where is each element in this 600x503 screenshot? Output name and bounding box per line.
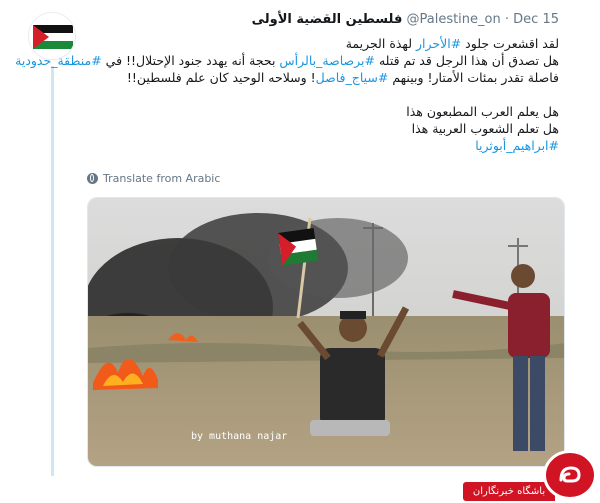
- text-segment: ! وسلاحه الوحيد كان علم فلسطين!!: [126, 70, 316, 85]
- account-name[interactable]: فلسطين القضية الأولى: [252, 12, 403, 27]
- watermark-label: باشگاه خبرنگاران: [463, 482, 555, 501]
- translate-label: Translate from Arabic: [103, 172, 221, 185]
- tweet-photo[interactable]: by muthana najar: [87, 197, 565, 467]
- hashtag-link[interactable]: #الأحرار: [416, 36, 461, 51]
- text-segment: هل تصدق أن هذا الرجل قد تم قتله: [375, 53, 559, 68]
- watermark-glyph: [559, 466, 581, 483]
- hashtag-link[interactable]: #ابراهيم_أبوثريا: [79, 137, 559, 154]
- hashtag-link[interactable]: #سياج_فاصل: [316, 70, 389, 85]
- tweet-header: فلسطين القضية الأولى @Palestine_on · Dec…: [252, 12, 559, 27]
- translate-link[interactable]: Translate from Arabic: [87, 172, 220, 185]
- text-segment: لقد اقشعرت جلود: [461, 36, 559, 51]
- account-handle[interactable]: @Palestine_on: [406, 12, 500, 27]
- text-segment: بحجة أنه يهدد جنود الإحتلال!! في: [101, 53, 280, 68]
- tweet-line-4: هل يعلم العرب المطبعون هذا: [406, 104, 559, 119]
- watermark-logo-icon: [543, 450, 597, 500]
- text-segment: لهذة الجريمة: [345, 36, 416, 51]
- header-separator: ·: [504, 12, 510, 27]
- tweet-text: لقد اقشعرت جلود #الأحرار لهذة الجريمة هل…: [15, 35, 559, 154]
- photo-scene: [88, 198, 564, 466]
- tweet-line-5: هل تعلم الشعوب العربية هذا: [411, 121, 559, 136]
- tweet-line-1: لقد اقشعرت جلود #الأحرار لهذة الجريمة: [79, 35, 559, 52]
- globe-icon: [87, 173, 98, 184]
- hashtag-link[interactable]: #منطقة_حدودية: [15, 53, 102, 68]
- tweet-date[interactable]: Dec 15: [513, 12, 559, 27]
- photo-credit: by muthana najar: [191, 431, 288, 442]
- text-segment: فاصلة تقدر بمئات الأمتار! وبينهم: [388, 70, 559, 85]
- tweet: فلسطين القضية الأولى @Palestine_on · Dec…: [0, 0, 600, 503]
- hashtag-link[interactable]: #برصاصة_بالرأس: [279, 53, 375, 68]
- thread-connector: [51, 66, 54, 476]
- tweet-line-3: فاصلة تقدر بمئات الأمتار! وبينهم #سياج_ف…: [79, 69, 559, 86]
- tweet-line-2: هل تصدق أن هذا الرجل قد تم قتله #برصاصة_…: [15, 52, 559, 69]
